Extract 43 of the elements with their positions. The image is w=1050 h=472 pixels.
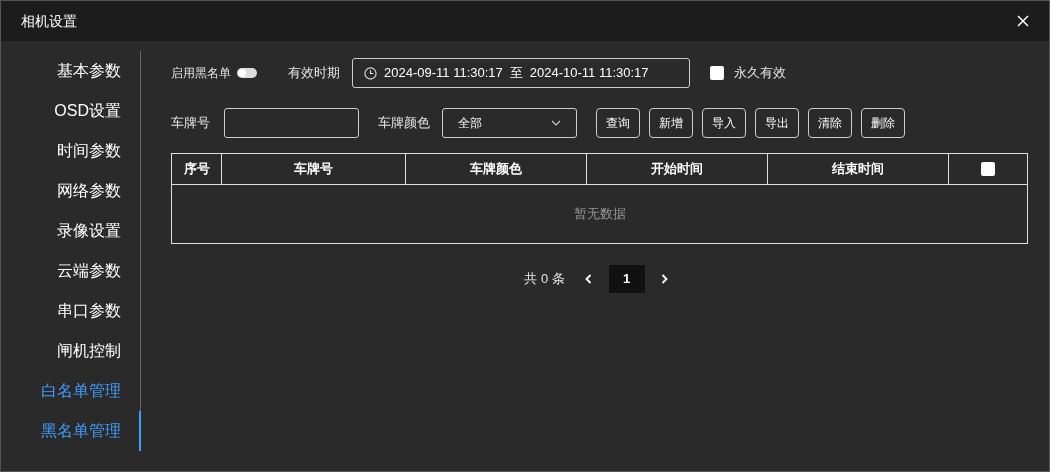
sidebar-item[interactable]: 录像设置 [1, 211, 141, 251]
empty-message: 暂无数据 [573, 205, 626, 224]
field-label: 启用黑名单 [171, 65, 231, 82]
action-button[interactable]: 删除 [861, 108, 905, 138]
checkbox-label: 永久有效 [734, 64, 786, 83]
page-button[interactable]: 1 [608, 265, 645, 293]
chevron-down-icon [551, 120, 561, 126]
field-label: 有效时期 [288, 64, 340, 83]
column-header: 序号 [172, 154, 222, 184]
sidebar-item[interactable]: 云端参数 [1, 251, 141, 291]
range-separator: 至 [509, 64, 523, 83]
close-icon[interactable] [1017, 15, 1029, 27]
select-value: 全部 [458, 115, 482, 132]
sidebar-item[interactable]: 黑名单管理 [1, 411, 141, 451]
column-header: 结束时间 [768, 154, 949, 184]
action-button[interactable]: 导入 [702, 108, 746, 138]
window-title: 相机设置 [21, 11, 77, 31]
column-header: 开始时间 [587, 154, 768, 184]
field-label: 车牌号 [171, 114, 210, 133]
checkbox[interactable] [981, 162, 995, 176]
clock-icon [364, 66, 377, 80]
toggle-switch[interactable] [237, 68, 257, 78]
action-button[interactable]: 导出 [755, 108, 799, 138]
field-label: 车牌颜色 [378, 114, 430, 133]
action-button[interactable]: 查询 [596, 108, 640, 138]
sidebar-item[interactable]: 白名单管理 [1, 371, 141, 411]
sidebar-item[interactable]: 串口参数 [1, 291, 141, 331]
sidebar-item[interactable]: 基本参数 [1, 51, 141, 91]
checkbox[interactable] [710, 66, 724, 80]
action-button[interactable]: 清除 [808, 108, 852, 138]
action-button[interactable]: 新增 [649, 108, 693, 138]
date-range-field[interactable]: 2024-09-11 11:30:17 至 2024-10-11 11:30:17 [352, 58, 690, 88]
sidebar-item[interactable]: 闸机控制 [1, 331, 141, 371]
end-date: 2024-10-11 11:30:17 [529, 64, 649, 83]
plate-color-select[interactable]: 全部 [442, 108, 577, 138]
sidebar-item[interactable]: OSD设置 [1, 91, 141, 131]
column-header: 车牌颜色 [406, 154, 587, 184]
column-header: 车牌号 [222, 154, 406, 184]
total-count: 共 0 条 [524, 270, 565, 289]
sidebar-item[interactable]: 网络参数 [1, 171, 141, 211]
plate-number-field[interactable] [224, 108, 359, 138]
start-date: 2024-09-11 11:30:17 [384, 64, 503, 83]
sidebar-item[interactable]: 时间参数 [1, 131, 141, 171]
